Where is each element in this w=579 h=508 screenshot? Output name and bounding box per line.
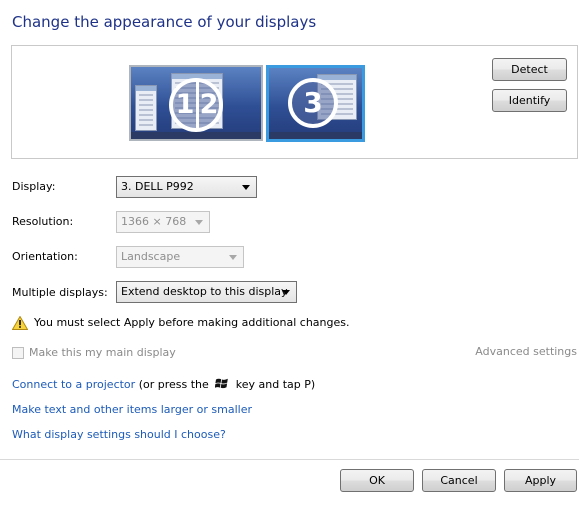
orientation-dropdown-value: Landscape: [121, 250, 181, 263]
chevron-down-icon: [229, 255, 237, 260]
footer-divider: [0, 459, 579, 460]
multiple-displays-dropdown-value: Extend desktop to this display: [121, 285, 288, 298]
taskbar: [131, 132, 261, 139]
chevron-down-icon: [282, 290, 290, 295]
advanced-settings-link: Advanced settings: [475, 345, 577, 358]
multiple-displays-dropdown[interactable]: Extend desktop to this display: [116, 281, 297, 303]
taskbar: [269, 132, 362, 139]
monitor-3[interactable]: 3: [266, 65, 365, 142]
display-arrangement-panel: 1 2 3 Detect Identify: [11, 45, 578, 159]
connect-projector-link[interactable]: Connect to a projector: [12, 378, 135, 391]
display-dropdown[interactable]: 3. DELL P992: [116, 176, 257, 198]
orientation-label: Orientation:: [12, 250, 78, 263]
multiple-displays-label: Multiple displays:: [12, 286, 108, 299]
identify-button[interactable]: Identify: [492, 89, 567, 112]
checkbox-box: [12, 347, 24, 359]
resolution-dropdown-value: 1366 × 768: [121, 215, 187, 228]
text-size-link[interactable]: Make text and other items larger or smal…: [12, 403, 252, 416]
display-label: Display:: [12, 180, 56, 193]
cancel-button[interactable]: Cancel: [422, 469, 496, 492]
monitor-number-badge: 1 2: [169, 78, 223, 132]
chevron-down-icon: [195, 220, 203, 225]
chevron-down-icon: [242, 185, 250, 190]
projector-hint-before: (or press the: [138, 378, 209, 391]
windows-logo-icon: [215, 378, 229, 389]
projector-hint-after: key and tap P): [235, 378, 316, 391]
window-thumbnail: [135, 85, 157, 131]
main-display-checkbox-label: Make this my main display: [29, 346, 176, 359]
ok-button[interactable]: OK: [340, 469, 414, 492]
display-dropdown-value: 3. DELL P992: [121, 180, 194, 193]
page-title: Change the appearance of your displays: [12, 13, 317, 31]
projector-line: Connect to a projector (or press the key…: [12, 377, 315, 391]
detect-button[interactable]: Detect: [492, 58, 567, 81]
display-help-link[interactable]: What display settings should I choose?: [12, 428, 226, 441]
monitor-number-badge: 3: [288, 78, 338, 128]
orientation-dropdown: Landscape: [116, 246, 244, 268]
monitor-number-2: 2: [199, 89, 219, 120]
warning-icon: [12, 316, 28, 330]
apply-button[interactable]: Apply: [504, 469, 577, 492]
monitor-1-2[interactable]: 1 2: [129, 65, 263, 141]
monitor-number-1: 1: [175, 89, 195, 120]
resolution-dropdown: 1366 × 768: [116, 211, 210, 233]
warning-text: You must select Apply before making addi…: [34, 316, 350, 329]
resolution-label: Resolution:: [12, 215, 74, 228]
